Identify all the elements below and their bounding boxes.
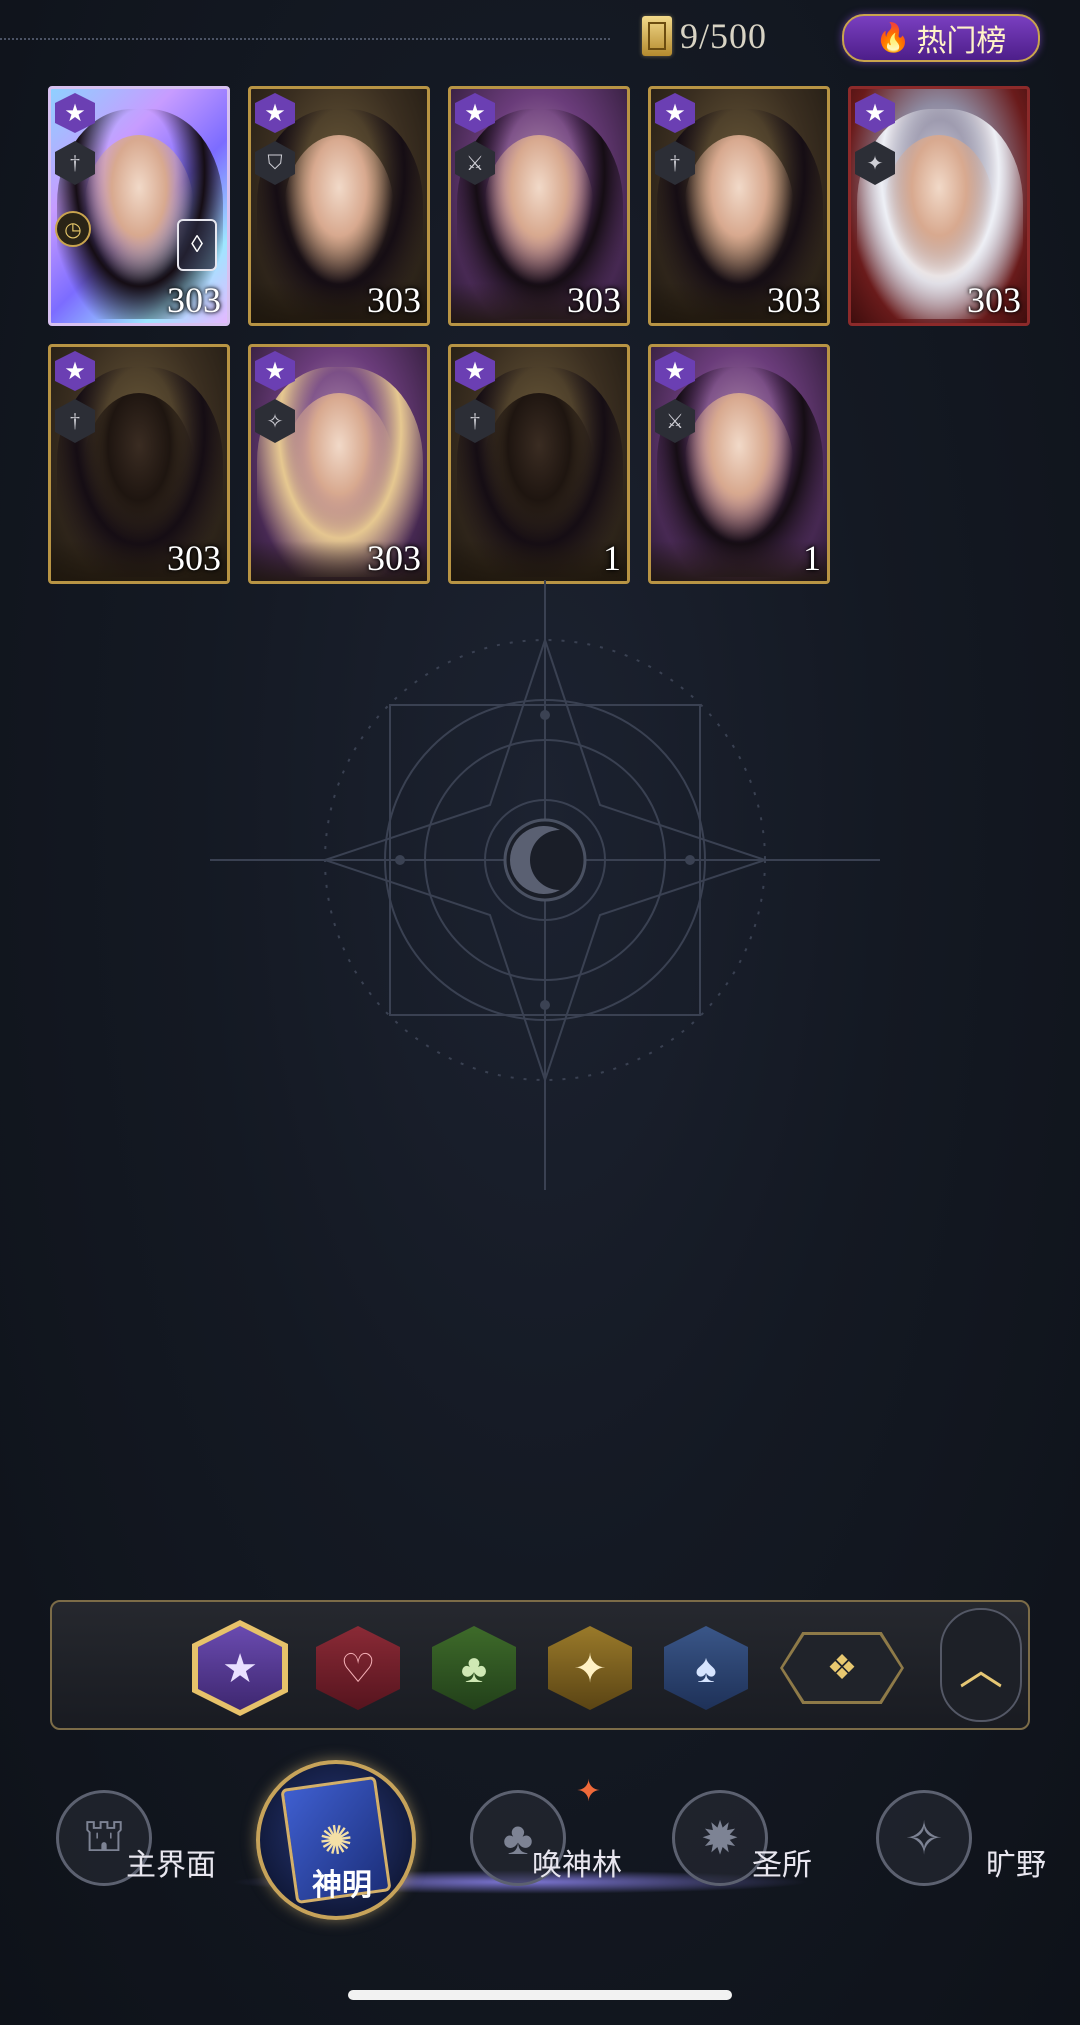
character-portrait <box>284 393 394 543</box>
card-level: 303 <box>367 280 421 320</box>
card-level: 303 <box>767 280 821 320</box>
compass-icon: ✧ <box>876 1790 972 1886</box>
four-squares-icon: ❖ <box>783 1635 901 1701</box>
all-filter-button[interactable]: ❖ <box>780 1632 904 1704</box>
card-level: 303 <box>967 280 1021 320</box>
flame-icon: 🔥 <box>875 23 911 54</box>
god-card[interactable]: ★ † 303 <box>648 86 830 326</box>
god-card[interactable]: ★ † 1 <box>448 344 630 584</box>
notification-badge-icon: ✦ <box>576 1775 602 1808</box>
nav-label: 神明 <box>312 1868 372 1903</box>
god-card[interactable]: ★ † 303 <box>48 344 230 584</box>
nav-label: 主界面 <box>126 1848 216 1883</box>
god-card[interactable]: ★ ✦ 303 <box>848 86 1030 326</box>
nav-item-summon-forest[interactable]: ♣ 唤神林 <box>470 1790 622 1910</box>
diamond-filter-icon[interactable]: ✦ <box>548 1626 632 1710</box>
god-card[interactable]: ★ ⛉ 303 <box>248 86 430 326</box>
god-card[interactable]: ★ ✧ 303 <box>248 344 430 584</box>
chevron-up-icon: ︿ <box>959 1645 1003 1694</box>
shield-badge-icon: ◊ <box>177 219 217 271</box>
god-card[interactable]: ★ ⚔ 1 <box>648 344 830 584</box>
dotted-divider <box>0 38 610 40</box>
character-portrait <box>484 135 594 285</box>
nav-item-wilderness[interactable]: ✧ 旷野 <box>876 1790 1046 1910</box>
card-level: 303 <box>367 538 421 578</box>
character-portrait <box>284 135 394 285</box>
nav-item-main[interactable]: ⛫ 主界面 <box>56 1790 216 1910</box>
clock-icon: ◷ <box>55 211 91 247</box>
character-portrait <box>684 135 794 285</box>
club-filter-icon[interactable]: ♣ <box>432 1626 516 1710</box>
suit-filter-bar: ★ ♡ ♣ ✦ ♠ ❖ ︿ <box>50 1600 1030 1730</box>
home-indicator[interactable] <box>348 1990 732 2000</box>
card-capacity: 9/500 <box>642 14 767 58</box>
character-portrait <box>84 393 194 543</box>
nav-item-sanctuary[interactable]: ✹ 圣所 <box>672 1790 812 1910</box>
card-level: 1 <box>603 538 621 578</box>
character-portrait <box>484 393 594 543</box>
spade-filter-icon[interactable]: ♠ <box>664 1626 748 1710</box>
character-portrait <box>684 393 794 543</box>
card-level: 303 <box>567 280 621 320</box>
nav-item-gods[interactable]: ✺ 神明 <box>256 1760 416 1920</box>
top-bar: 9/500 🔥 热门榜 <box>0 0 1080 80</box>
bottom-navigation: ⛫ 主界面 ✺ 神明 ♣ 唤神林 ✹ 圣所 ✧ 旷野 <box>0 1760 1080 1930</box>
character-portrait <box>884 135 994 285</box>
hot-ranking-label: 热门榜 <box>916 24 1007 59</box>
god-card[interactable]: ★ ⚔ 303 <box>448 86 630 326</box>
nav-label: 旷野 <box>986 1848 1046 1883</box>
heart-filter-icon[interactable]: ♡ <box>316 1626 400 1710</box>
card-level: 303 <box>167 538 221 578</box>
card-level: 1 <box>803 538 821 578</box>
hot-ranking-button[interactable]: 🔥 热门榜 <box>842 14 1040 62</box>
nav-label: 唤神林 <box>532 1848 622 1883</box>
card-level: 303 <box>167 280 221 320</box>
zodiac-emblem-decoration <box>210 580 880 1190</box>
collapse-up-button[interactable]: ︿ <box>940 1608 1022 1722</box>
capacity-count: 9/500 <box>680 16 768 56</box>
nav-label: 圣所 <box>752 1848 812 1883</box>
god-card[interactable]: ★ † ◷ ◊ 303 <box>48 86 230 326</box>
card-stack-icon <box>642 16 672 56</box>
